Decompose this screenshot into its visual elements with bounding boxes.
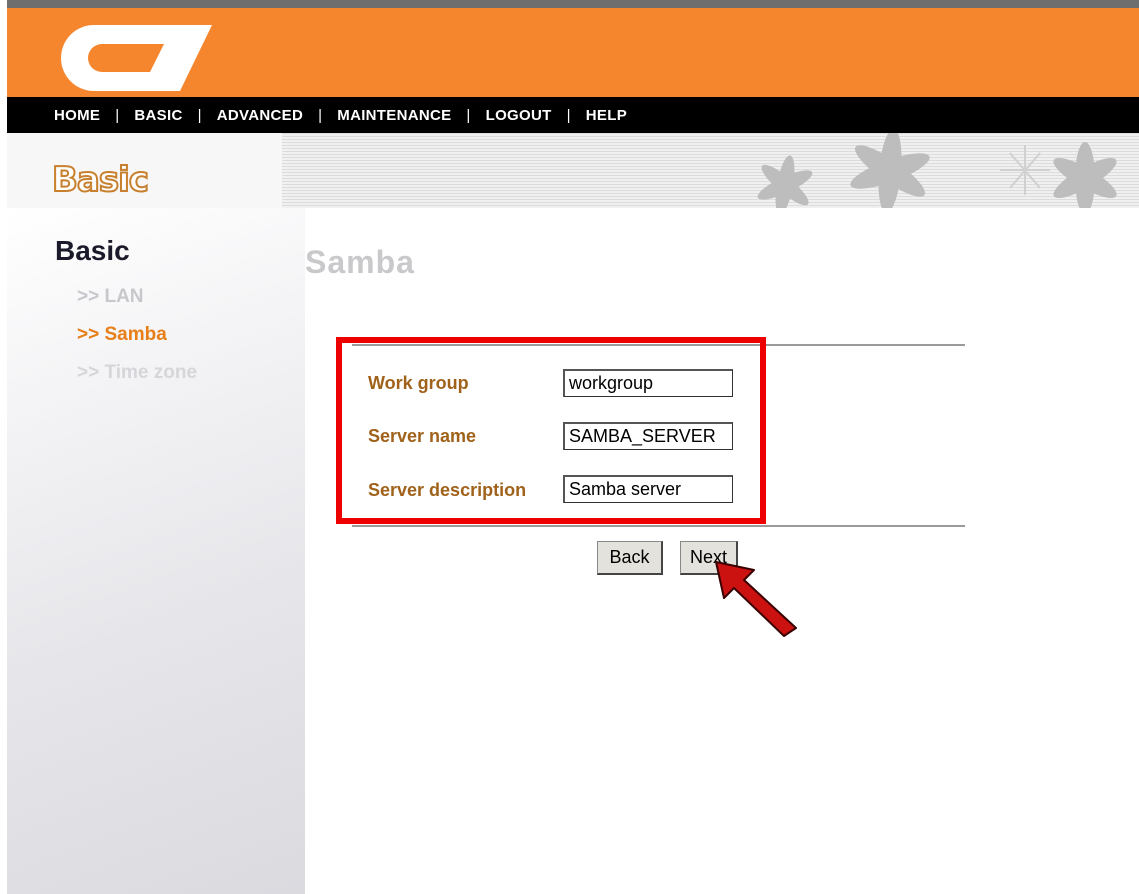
banner-title: Basic [51, 159, 150, 201]
nav-help[interactable]: HELP [586, 107, 627, 124]
sidebar-item-time-zone[interactable]: >> Time zone [77, 362, 197, 384]
nav-basic[interactable]: BASIC [134, 107, 182, 124]
nav-maintenance[interactable]: MAINTENANCE [337, 107, 451, 124]
nav-advanced[interactable]: ADVANCED [217, 107, 303, 124]
nav-separator: | [466, 106, 471, 124]
nav-separator: | [318, 106, 323, 124]
back-button[interactable]: Back [597, 541, 663, 575]
pointer-arrow-icon [715, 561, 797, 637]
nav-logout[interactable]: LOGOUT [486, 107, 552, 124]
flower-decoration-icon [757, 133, 1117, 208]
divider [352, 525, 965, 527]
nav-separator: | [197, 106, 202, 124]
nav-separator: | [115, 106, 120, 124]
highlight-box [336, 337, 766, 524]
logo-icon [61, 25, 212, 91]
page-title: Samba [305, 244, 415, 280]
sidebar-item-samba[interactable]: >> Samba [77, 324, 167, 346]
nav-separator: | [566, 106, 571, 124]
sidebar-item-lan[interactable]: >> LAN [77, 286, 144, 308]
sidebar-heading: Basic [55, 235, 130, 266]
top-navigation: HOME | BASIC | ADVANCED | MAINTENANCE | … [7, 97, 1139, 133]
frame-border [0, 0, 7, 894]
sidebar [7, 208, 305, 894]
nav-home[interactable]: HOME [54, 107, 100, 124]
top-strip [7, 0, 1139, 8]
